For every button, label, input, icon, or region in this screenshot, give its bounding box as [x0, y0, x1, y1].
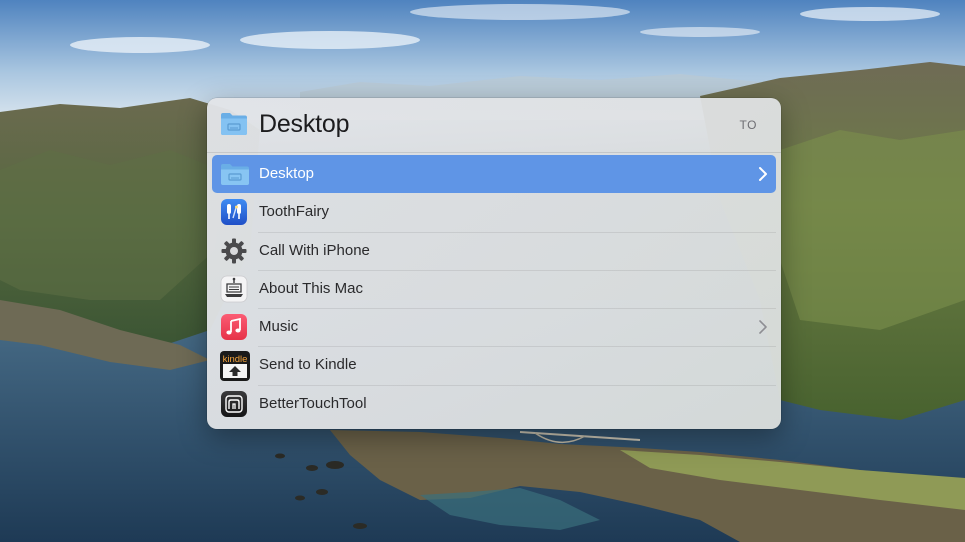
- list-item-label: BetterTouchTool: [259, 394, 367, 412]
- kindle-icon: kindle: [220, 351, 250, 382]
- list-item-send-to-kindle[interactable]: kindle Send to Kindle: [212, 346, 776, 384]
- panel-header: Desktop TO: [207, 98, 781, 153]
- list-item-label: Desktop: [259, 165, 315, 182]
- chevron-right-icon: [758, 319, 768, 335]
- list-item-label: About This Mac: [259, 279, 363, 297]
- bettertouchtool-icon: [220, 390, 248, 418]
- list-item-label: ToothFairy: [259, 203, 330, 221]
- list-item-bettertouchtool[interactable]: BetterTouchTool: [212, 384, 776, 423]
- toothfairy-icon: [220, 198, 248, 226]
- launcher-panel: Desktop TO Desktop ToothFairy Call With …: [207, 98, 781, 429]
- about-mac-icon: [220, 275, 248, 303]
- shortcut-hint: TO: [739, 118, 757, 132]
- page-title: Desktop: [259, 110, 350, 138]
- list-item-desktop[interactable]: Desktop: [212, 155, 776, 194]
- results-list: Desktop ToothFairy Call With iPhone Abou…: [212, 155, 776, 423]
- list-item-label: Call With iPhone: [259, 241, 370, 259]
- chevron-right-icon: [758, 166, 768, 182]
- folder-icon: [220, 160, 249, 188]
- list-item-label: Music: [259, 318, 299, 336]
- list-item-call-with-iphone[interactable]: Call With iPhone: [212, 231, 776, 270]
- list-item-about-this-mac[interactable]: About This Mac: [212, 269, 776, 308]
- folder-icon: [220, 112, 248, 141]
- list-item-toothfairy[interactable]: ToothFairy: [212, 193, 776, 231]
- list-item-music[interactable]: Music: [212, 308, 776, 346]
- list-item-label: Send to Kindle: [259, 356, 357, 374]
- kindle-icon-text: kindle: [223, 354, 248, 365]
- music-icon: [220, 313, 248, 341]
- gear-icon: [220, 237, 248, 265]
